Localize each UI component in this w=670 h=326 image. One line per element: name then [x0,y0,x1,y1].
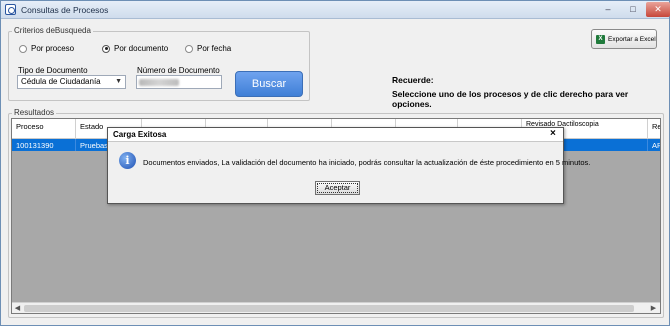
tipo-documento-select[interactable]: Cédula de Ciudadanía ▼ [17,75,126,89]
close-button[interactable]: ✕ [646,2,670,17]
title-bar: Consultas de Procesos – □ ✕ [1,1,670,19]
column-header[interactable]: Proceso [12,119,76,139]
radio-por-documento-dot [102,44,110,53]
carga-exitosa-dialog: Carga Exitosa × i Documentos enviados, L… [107,127,590,204]
maximize-button[interactable]: □ [621,2,645,17]
app-icon [5,4,16,15]
radio-por-proceso-dot [19,44,27,53]
radio-por-documento-label: Por documento [114,44,169,53]
info-icon: i [119,152,136,169]
excel-icon: X [596,34,605,44]
scroll-right-icon[interactable]: ▶ [648,303,659,313]
table-cell: 100131390 [12,139,76,151]
radio-por-fecha[interactable]: Por fecha [185,44,231,53]
radio-por-proceso-label: Por proceso [31,44,75,53]
recuerde-message: Seleccione uno de los procesos y de clic… [392,89,629,109]
radio-por-fecha-label: Por fecha [197,44,232,53]
chevron-down-icon: ▼ [115,78,122,85]
dialog-close-icon[interactable]: × [550,128,556,139]
main-window: Consultas de Procesos – □ ✕ Criterios de… [0,0,670,326]
buscar-button[interactable]: Buscar [235,71,303,97]
horizontal-scrollbar[interactable]: ◀ ▶ [12,302,660,313]
scroll-left-icon[interactable]: ◀ [12,303,23,313]
minimize-button[interactable]: – [596,2,620,17]
scroll-thumb[interactable] [24,305,634,312]
criterios-legend: Criterios deBusqueda [12,26,93,35]
aceptar-button[interactable]: Aceptar [315,181,360,195]
radio-por-proceso[interactable]: Por proceso [19,44,74,53]
radio-por-documento[interactable]: Por documento [102,44,168,53]
dialog-title-bar: Carga Exitosa × [108,128,563,142]
dialog-title: Carga Exitosa [113,130,167,139]
column-header[interactable]: Re [648,119,660,139]
exportar-excel-button[interactable]: X Exportar a Excel [591,29,657,49]
window-title: Consultas de Procesos [21,5,109,15]
numero-documento-input[interactable] [136,75,222,89]
exportar-excel-label: Exportar a Excel [608,35,656,43]
radio-por-fecha-dot [185,44,193,53]
tipo-documento-label: Tipo de Documento [18,66,88,75]
resultados-legend: Resultados [12,108,57,117]
numero-documento-label: Número de Documento [137,66,220,75]
dialog-message: Documentos enviados, La validación del d… [143,158,591,167]
recuerde-title: Recuerde: [392,75,434,85]
tipo-documento-value: Cédula de Ciudadanía [21,77,101,86]
table-cell: AP [648,139,660,151]
redacted-value [139,79,179,86]
